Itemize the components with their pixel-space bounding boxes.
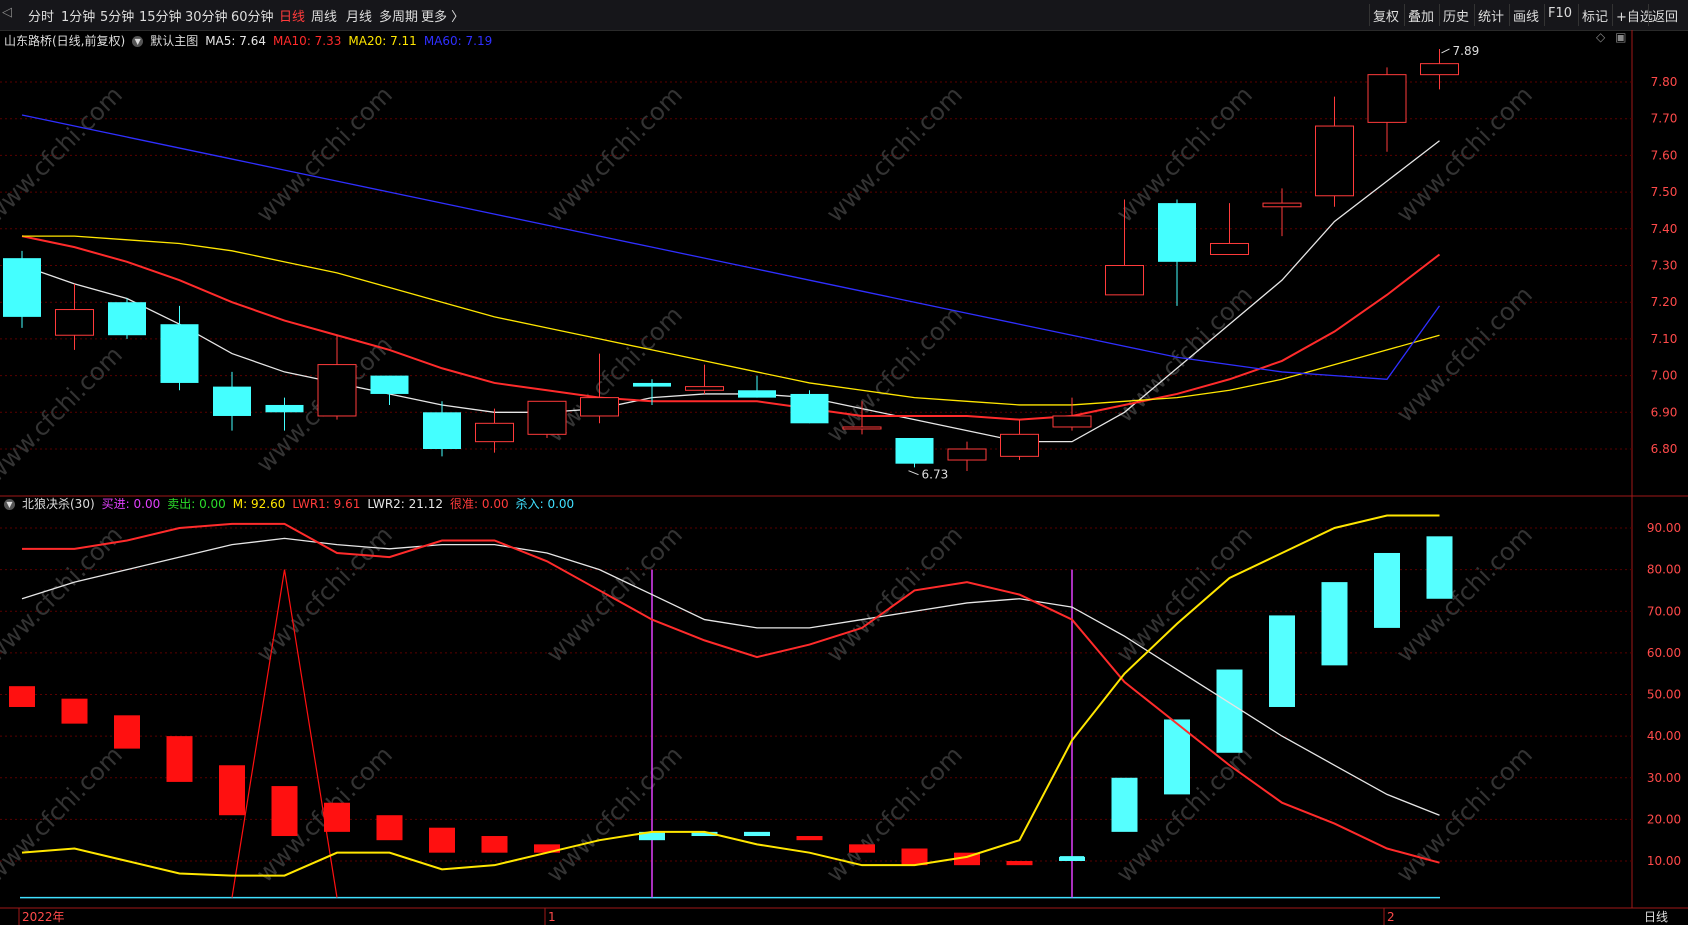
candle-body bbox=[370, 375, 409, 394]
low-marker-label: 6.73 bbox=[922, 468, 949, 482]
indicator-bar bbox=[901, 848, 928, 866]
indicator-bar bbox=[1006, 861, 1033, 866]
indicator-bar bbox=[271, 786, 298, 837]
date-label: 2 bbox=[1387, 910, 1395, 924]
watermark-text: www.cfchi.com bbox=[821, 521, 968, 668]
candle-body bbox=[1315, 125, 1354, 197]
indicator-bar bbox=[1321, 582, 1348, 666]
indicator-tick-label: 30.00 bbox=[1647, 771, 1681, 785]
watermark-text: www.cfchi.com bbox=[1391, 741, 1538, 888]
indicator-tick-label: 20.00 bbox=[1647, 812, 1681, 826]
watermark-text: www.cfchi.com bbox=[821, 81, 968, 228]
candle-body bbox=[1210, 242, 1249, 255]
indicator-bar bbox=[1216, 669, 1243, 753]
date-label: 1 bbox=[548, 910, 556, 924]
indicator-tick-label: 60.00 bbox=[1647, 646, 1681, 660]
period-label: 日线 bbox=[1644, 910, 1668, 924]
candle-body bbox=[1262, 202, 1302, 208]
indicator-bar bbox=[1426, 536, 1453, 599]
indicator-bar bbox=[429, 827, 455, 853]
watermark-text: www.cfchi.com bbox=[1391, 521, 1538, 668]
watermark-text: www.cfchi.com bbox=[0, 741, 128, 888]
candle-body bbox=[317, 364, 357, 417]
kline-chart[interactable]: 7.80 7.70 7.60 7.50 7.40 7.30 7.20 7.10 7.00 6.90… bbox=[0, 0, 1688, 925]
indicator-bar bbox=[9, 686, 35, 707]
candle-body bbox=[213, 386, 251, 416]
candle-body bbox=[423, 412, 461, 449]
indicator-bar bbox=[1111, 777, 1138, 832]
candle-body bbox=[580, 397, 619, 417]
high-marker-label: 7.89 bbox=[1453, 44, 1480, 58]
watermark-text: www.cfchi.com bbox=[541, 521, 688, 668]
watermark-text: www.cfchi.com bbox=[1391, 81, 1538, 228]
candle-body bbox=[1367, 74, 1407, 123]
price-tick-label: 7.50 bbox=[1651, 185, 1678, 199]
candle-body bbox=[633, 382, 671, 387]
indicator-bar bbox=[1374, 552, 1400, 628]
indicator-bar bbox=[481, 836, 508, 853]
candle-body bbox=[895, 437, 934, 464]
indicator-bar bbox=[219, 765, 245, 816]
indicator-tick-label: 10.00 bbox=[1647, 854, 1681, 868]
price-tick-label: 7.00 bbox=[1651, 369, 1678, 383]
date-label: 2022年 bbox=[22, 910, 65, 924]
price-tick-label: 7.10 bbox=[1651, 332, 1678, 346]
candle-body bbox=[108, 302, 146, 336]
candle-body bbox=[685, 386, 724, 391]
price-tick-label: 6.90 bbox=[1651, 405, 1678, 419]
candle-body bbox=[947, 448, 987, 461]
high-marker-arrow bbox=[1441, 48, 1450, 54]
watermark-text: www.cfchi.com bbox=[0, 81, 128, 228]
indicator-bar bbox=[114, 715, 140, 749]
watermark-text: www.cfchi.com bbox=[541, 741, 688, 888]
candle-body bbox=[738, 390, 776, 398]
low-marker-arrow bbox=[908, 470, 919, 476]
watermark-text: www.cfchi.com bbox=[1111, 521, 1258, 668]
watermark-text: www.cfchi.com bbox=[251, 81, 398, 228]
candle-body bbox=[842, 426, 882, 430]
indicator-bar bbox=[324, 802, 350, 832]
indicator-bar bbox=[166, 736, 193, 782]
price-tick-label: 7.30 bbox=[1651, 259, 1678, 273]
indicator-tick-label: 90.00 bbox=[1647, 521, 1681, 535]
indicator-bar bbox=[796, 836, 823, 841]
candle-body bbox=[1000, 433, 1039, 457]
indicator-tick-label: 70.00 bbox=[1647, 604, 1681, 618]
candle-body bbox=[790, 393, 829, 424]
candle-body bbox=[527, 400, 567, 435]
candle-body bbox=[160, 324, 199, 383]
candle-body bbox=[1420, 63, 1459, 76]
indicator-bar bbox=[61, 698, 88, 724]
price-tick-label: 7.70 bbox=[1651, 112, 1678, 126]
watermark-text: www.cfchi.com bbox=[1391, 281, 1538, 428]
price-tick-label: 7.20 bbox=[1651, 295, 1678, 309]
candle-body bbox=[55, 309, 94, 336]
price-tick-label: 7.80 bbox=[1651, 75, 1678, 89]
watermark-text: www.cfchi.com bbox=[0, 341, 128, 488]
watermark-text: www.cfchi.com bbox=[541, 81, 688, 228]
indicator-tick-label: 80.00 bbox=[1647, 563, 1681, 577]
indicator-bar bbox=[376, 815, 403, 841]
indicator-bar bbox=[744, 831, 770, 837]
price-tick-label: 7.40 bbox=[1651, 222, 1678, 236]
candle-body bbox=[1158, 203, 1196, 262]
candle-body bbox=[3, 258, 41, 317]
indicator-tick-label: 50.00 bbox=[1647, 688, 1681, 702]
candle-body bbox=[1052, 415, 1092, 428]
candle-body bbox=[475, 422, 514, 443]
price-tick-label: 6.80 bbox=[1651, 442, 1678, 456]
indicator-tick-label: 40.00 bbox=[1647, 729, 1681, 743]
price-tick-label: 7.60 bbox=[1651, 148, 1678, 162]
candle-body bbox=[1105, 265, 1144, 296]
candle-body bbox=[265, 404, 304, 413]
indicator-bar bbox=[1269, 615, 1295, 707]
indicator-bar bbox=[849, 844, 875, 853]
